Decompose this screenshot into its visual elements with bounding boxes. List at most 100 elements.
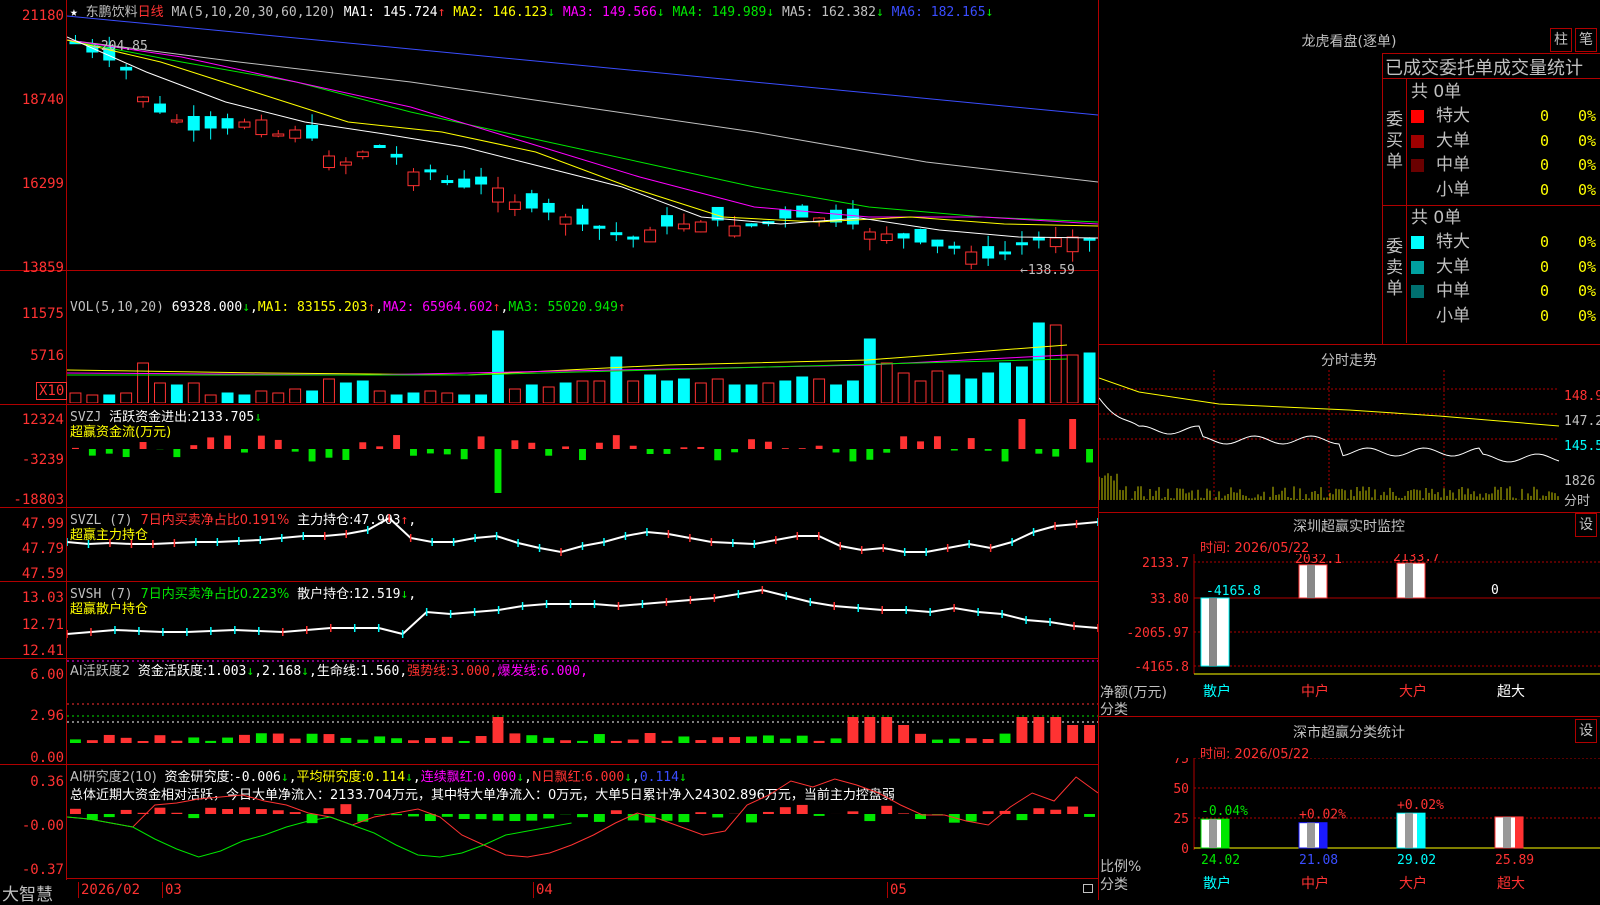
- flow-bar[interactable]: [1052, 449, 1059, 457]
- volume-bar[interactable]: [695, 383, 706, 403]
- flow-bar[interactable]: [511, 440, 518, 449]
- flow-bar[interactable]: [951, 449, 958, 451]
- flow-bar[interactable]: [748, 439, 755, 449]
- ratio-bar[interactable]: [1397, 813, 1425, 848]
- volume-bar[interactable]: [577, 381, 588, 403]
- candle[interactable]: [273, 130, 284, 137]
- volume-bar[interactable]: [543, 387, 554, 403]
- activity-bar[interactable]: [425, 738, 436, 743]
- flow-bar[interactable]: [883, 449, 890, 453]
- volume-bar[interactable]: [712, 379, 723, 403]
- activity-bar[interactable]: [1067, 725, 1078, 743]
- activity-bar[interactable]: [543, 738, 554, 743]
- activity-bar[interactable]: [121, 738, 132, 743]
- research-bar[interactable]: [662, 814, 673, 821]
- activity-bar[interactable]: [1084, 725, 1095, 743]
- volume-bar[interactable]: [881, 363, 892, 403]
- research-bar[interactable]: [712, 814, 723, 817]
- volume-bar[interactable]: [1033, 323, 1044, 403]
- flow-bar[interactable]: [478, 436, 485, 449]
- candle[interactable]: [1067, 229, 1078, 261]
- activity-bar[interactable]: [915, 734, 926, 743]
- volume-bar[interactable]: [645, 375, 656, 403]
- activity-bar[interactable]: [560, 740, 571, 743]
- activity-bar[interactable]: [1050, 717, 1061, 743]
- fund-flow-chart[interactable]: [67, 405, 1098, 506]
- flow-bar[interactable]: [545, 449, 552, 456]
- sz-monitor-settings-button[interactable]: 设: [1575, 513, 1597, 537]
- candle[interactable]: [239, 119, 250, 130]
- candle[interactable]: [121, 64, 132, 79]
- research-bar[interactable]: [543, 814, 554, 818]
- lock-icon[interactable]: [1083, 884, 1093, 893]
- flow-bar[interactable]: [579, 449, 586, 460]
- volume-bar[interactable]: [357, 381, 368, 403]
- activity-bar[interactable]: [662, 741, 673, 743]
- candle[interactable]: [577, 205, 588, 231]
- activity-bar[interactable]: [864, 717, 875, 743]
- flow-bar[interactable]: [528, 443, 535, 449]
- flow-bar[interactable]: [89, 449, 96, 456]
- volume-bar[interactable]: [847, 381, 858, 403]
- activity-bar[interactable]: [1016, 717, 1027, 743]
- activity-bar[interactable]: [70, 739, 81, 743]
- research-bar[interactable]: [526, 814, 537, 821]
- activity-bar[interactable]: [509, 733, 520, 743]
- volume-bar[interactable]: [678, 379, 689, 403]
- activity-bar[interactable]: [459, 741, 470, 743]
- research-bar[interactable]: [864, 814, 875, 821]
- activity-bar[interactable]: [814, 741, 825, 743]
- research-bar[interactable]: [222, 809, 233, 814]
- flow-bar[interactable]: [900, 436, 907, 449]
- candle[interactable]: [966, 246, 977, 270]
- research-bar[interactable]: [594, 814, 605, 822]
- activity-bar[interactable]: [307, 734, 318, 743]
- candle[interactable]: [746, 223, 757, 227]
- retail-holding-chart[interactable]: [67, 582, 1098, 657]
- volume-bar[interactable]: [864, 339, 875, 403]
- activity-bar[interactable]: [628, 740, 639, 743]
- flow-bar[interactable]: [444, 449, 451, 454]
- volume-bar[interactable]: [476, 395, 487, 403]
- volume-bar[interactable]: [273, 393, 284, 403]
- research-bar[interactable]: [1016, 814, 1027, 820]
- flow-bar[interactable]: [190, 445, 197, 449]
- activity-bar[interactable]: [1033, 717, 1044, 743]
- volume-bar[interactable]: [171, 385, 182, 403]
- activity-bar[interactable]: [239, 735, 250, 743]
- volume-bar[interactable]: [340, 383, 351, 403]
- flow-bar[interactable]: [258, 436, 265, 449]
- flow-bar[interactable]: [309, 449, 316, 461]
- flow-bar[interactable]: [140, 442, 147, 449]
- research-bar[interactable]: [188, 814, 199, 818]
- volume-bar[interactable]: [915, 381, 926, 403]
- activity-bar[interactable]: [949, 739, 960, 743]
- candle[interactable]: [425, 165, 436, 180]
- net-amount-bar[interactable]: [1299, 565, 1327, 598]
- candle[interactable]: [932, 240, 943, 253]
- candle[interactable]: [898, 233, 909, 249]
- candle[interactable]: [662, 207, 673, 234]
- flow-bar[interactable]: [1069, 419, 1076, 449]
- activity-bar[interactable]: [340, 738, 351, 743]
- volume-bar[interactable]: [459, 395, 470, 403]
- flow-bar[interactable]: [292, 449, 299, 452]
- activity-bar[interactable]: [898, 725, 909, 743]
- activity-bar[interactable]: [205, 741, 216, 743]
- volume-bar[interactable]: [628, 381, 639, 403]
- candle[interactable]: [628, 236, 639, 248]
- flow-bar[interactable]: [596, 443, 603, 449]
- flow-bar[interactable]: [765, 442, 772, 449]
- activity-bar[interactable]: [222, 738, 233, 743]
- activity-bar[interactable]: [87, 740, 98, 743]
- volume-bar[interactable]: [662, 381, 673, 403]
- volume-bar[interactable]: [983, 373, 994, 403]
- volume-bar[interactable]: [1016, 367, 1027, 403]
- research-bar[interactable]: [256, 809, 267, 814]
- brand-logo[interactable]: 大智慧: [2, 880, 53, 905]
- main-holding-chart[interactable]: [67, 508, 1098, 580]
- research-bar[interactable]: [695, 812, 706, 814]
- activity-bar[interactable]: [273, 734, 284, 743]
- flow-bar[interactable]: [731, 449, 738, 452]
- net-amount-bar[interactable]: [1397, 563, 1425, 598]
